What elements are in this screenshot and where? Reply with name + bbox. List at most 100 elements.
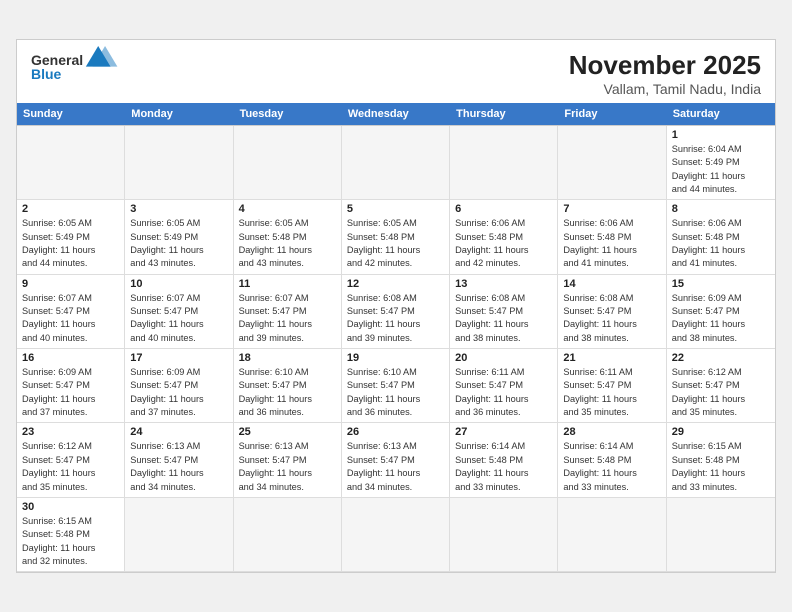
cell-info: Sunrise: 6:08 AM Sunset: 5:47 PM Dayligh… <box>455 292 552 345</box>
cell-info: Sunrise: 6:09 AM Sunset: 5:47 PM Dayligh… <box>22 366 119 419</box>
cell-info: Sunrise: 6:09 AM Sunset: 5:47 PM Dayligh… <box>130 366 227 419</box>
cell-info: Sunrise: 6:15 AM Sunset: 5:48 PM Dayligh… <box>672 440 770 493</box>
day-number: 20 <box>455 352 552 364</box>
table-row: 7Sunrise: 6:06 AM Sunset: 5:48 PM Daylig… <box>558 200 666 274</box>
table-row <box>17 126 125 200</box>
table-row: 19 Sunrise: 6:10 AM Sunset: 5:47 PM Dayli… <box>342 349 450 423</box>
cell-info: Sunrise: 6:05 AM Sunset: 5:48 PM Dayligh… <box>239 217 336 270</box>
logo-icon <box>85 46 121 70</box>
day-number: 15 <box>672 278 770 290</box>
table-row: 21 Sunrise: 6:11 AM Sunset: 5:47 PM Dayli… <box>558 349 666 423</box>
table-row <box>342 498 450 572</box>
calendar-subtitle: Vallam, Tamil Nadu, India <box>569 81 761 97</box>
cell-info: Sunrise: 6:12 AM Sunset: 5:47 PM Dayligh… <box>672 366 770 419</box>
title-block: November 2025 Vallam, Tamil Nadu, India <box>569 50 761 97</box>
cell-info: Sunrise: 6:07 AM Sunset: 5:47 PM Dayligh… <box>22 292 119 345</box>
day-number: 27 <box>455 426 552 438</box>
day-number: 26 <box>347 426 444 438</box>
calendar-title: November 2025 <box>569 50 761 81</box>
day-header-wednesday: Wednesday <box>342 103 450 125</box>
table-row: 13 Sunrise: 6:08 AM Sunset: 5:47 PM Dayli… <box>450 275 558 349</box>
table-row: 8 Sunrise: 6:06 AM Sunset: 5:48 PM Daylig… <box>667 200 775 274</box>
day-number: 23 <box>22 426 119 438</box>
table-row <box>450 126 558 200</box>
table-row: 2 Sunrise: 6:05 AM Sunset: 5:49 PM Daylig… <box>17 200 125 274</box>
cell-info: Sunrise: 6:07 AM Sunset: 5:47 PM Dayligh… <box>239 292 336 345</box>
day-number: 17 <box>130 352 227 364</box>
table-row: 12 Sunrise: 6:08 AM Sunset: 5:47 PM Dayli… <box>342 275 450 349</box>
day-header-friday: Friday <box>558 103 666 125</box>
cell-info: Sunrise: 6:11 AM Sunset: 5:47 PM Dayligh… <box>563 366 660 419</box>
table-row: 29 Sunrise: 6:15 AM Sunset: 5:48 PM Dayli… <box>667 423 775 497</box>
day-number: 21 <box>563 352 660 364</box>
table-row: 25Sunrise: 6:13 AM Sunset: 5:47 PM Dayli… <box>234 423 342 497</box>
day-number: 29 <box>672 426 770 438</box>
day-number: 14 <box>563 278 660 290</box>
cell-info: Sunrise: 6:13 AM Sunset: 5:47 PM Dayligh… <box>239 440 336 493</box>
table-row <box>125 498 233 572</box>
cell-info: Sunrise: 6:09 AM Sunset: 5:47 PM Dayligh… <box>672 292 770 345</box>
day-number: 5 <box>347 203 444 215</box>
calendar-grid: 1 Sunrise: 6:04 AM Sunset: 5:49 PM Daylig… <box>17 125 775 572</box>
day-header-tuesday: Tuesday <box>234 103 342 125</box>
table-row: 6 Sunrise: 6:06 AM Sunset: 5:48 PM Daylig… <box>450 200 558 274</box>
table-row: 3 Sunrise: 6:05 AM Sunset: 5:49 PM Daylig… <box>125 200 233 274</box>
table-row: 22 Sunrise: 6:12 AM Sunset: 5:47 PM Dayli… <box>667 349 775 423</box>
cell-info: Sunrise: 6:05 AM Sunset: 5:49 PM Dayligh… <box>130 217 227 270</box>
table-row: 20 Sunrise: 6:11 AM Sunset: 5:47 PM Dayli… <box>450 349 558 423</box>
day-number: 30 <box>22 501 119 513</box>
cell-info: Sunrise: 6:06 AM Sunset: 5:48 PM Dayligh… <box>563 217 660 270</box>
cell-info: Sunrise: 6:06 AM Sunset: 5:48 PM Dayligh… <box>455 217 552 270</box>
cell-info: Sunrise: 6:08 AM Sunset: 5:47 PM Dayligh… <box>563 292 660 345</box>
cell-info: Sunrise: 6:10 AM Sunset: 5:47 PM Dayligh… <box>347 366 444 419</box>
day-number: 16 <box>22 352 119 364</box>
day-number: 22 <box>672 352 770 364</box>
table-row: 28 Sunrise: 6:14 AM Sunset: 5:48 PM Dayli… <box>558 423 666 497</box>
table-row <box>558 126 666 200</box>
cell-info: Sunrise: 6:15 AM Sunset: 5:48 PM Dayligh… <box>22 515 119 568</box>
table-row: 1 Sunrise: 6:04 AM Sunset: 5:49 PM Daylig… <box>667 126 775 200</box>
day-number: 28 <box>563 426 660 438</box>
table-row <box>450 498 558 572</box>
cell-info: Sunrise: 6:10 AM Sunset: 5:47 PM Dayligh… <box>239 366 336 419</box>
day-number: 13 <box>455 278 552 290</box>
cell-info: Sunrise: 6:06 AM Sunset: 5:48 PM Dayligh… <box>672 217 770 270</box>
cell-info: Sunrise: 6:13 AM Sunset: 5:47 PM Dayligh… <box>130 440 227 493</box>
cell-info: Sunrise: 6:12 AM Sunset: 5:47 PM Dayligh… <box>22 440 119 493</box>
day-header-monday: Monday <box>125 103 233 125</box>
day-number: 6 <box>455 203 552 215</box>
logo-blue-text: Blue <box>31 66 61 82</box>
table-row <box>667 498 775 572</box>
day-number: 19 <box>347 352 444 364</box>
cell-info: Sunrise: 6:11 AM Sunset: 5:47 PM Dayligh… <box>455 366 552 419</box>
table-row: 18Sunrise: 6:10 AM Sunset: 5:47 PM Dayli… <box>234 349 342 423</box>
day-number: 12 <box>347 278 444 290</box>
cell-info: Sunrise: 6:05 AM Sunset: 5:49 PM Dayligh… <box>22 217 119 270</box>
day-number: 11 <box>239 278 336 290</box>
table-row <box>234 498 342 572</box>
cell-info: Sunrise: 6:08 AM Sunset: 5:47 PM Dayligh… <box>347 292 444 345</box>
table-row: 4Sunrise: 6:05 AM Sunset: 5:48 PM Daylig… <box>234 200 342 274</box>
table-row <box>342 126 450 200</box>
day-number: 3 <box>130 203 227 215</box>
table-row: 17 Sunrise: 6:09 AM Sunset: 5:47 PM Dayli… <box>125 349 233 423</box>
day-number: 1 <box>672 129 770 141</box>
table-row: 9 Sunrise: 6:07 AM Sunset: 5:47 PM Daylig… <box>17 275 125 349</box>
cell-info: Sunrise: 6:14 AM Sunset: 5:48 PM Dayligh… <box>563 440 660 493</box>
table-row: 24 Sunrise: 6:13 AM Sunset: 5:47 PM Dayli… <box>125 423 233 497</box>
day-number: 24 <box>130 426 227 438</box>
day-header-thursday: Thursday <box>450 103 558 125</box>
day-number: 9 <box>22 278 119 290</box>
day-number: 10 <box>130 278 227 290</box>
day-headers: Sunday Monday Tuesday Wednesday Thursday… <box>17 103 775 125</box>
cell-info: Sunrise: 6:13 AM Sunset: 5:47 PM Dayligh… <box>347 440 444 493</box>
table-row: 14 Sunrise: 6:08 AM Sunset: 5:47 PM Dayli… <box>558 275 666 349</box>
day-number: 2 <box>22 203 119 215</box>
day-number: 8 <box>672 203 770 215</box>
day-header-sunday: Sunday <box>17 103 125 125</box>
table-row: 15 Sunrise: 6:09 AM Sunset: 5:47 PM Dayli… <box>667 275 775 349</box>
cell-info: Sunrise: 6:04 AM Sunset: 5:49 PM Dayligh… <box>672 143 770 196</box>
table-row: 5Sunrise: 6:05 AM Sunset: 5:48 PM Daylig… <box>342 200 450 274</box>
table-row <box>234 126 342 200</box>
table-row: 23 Sunrise: 6:12 AM Sunset: 5:47 PM Dayli… <box>17 423 125 497</box>
